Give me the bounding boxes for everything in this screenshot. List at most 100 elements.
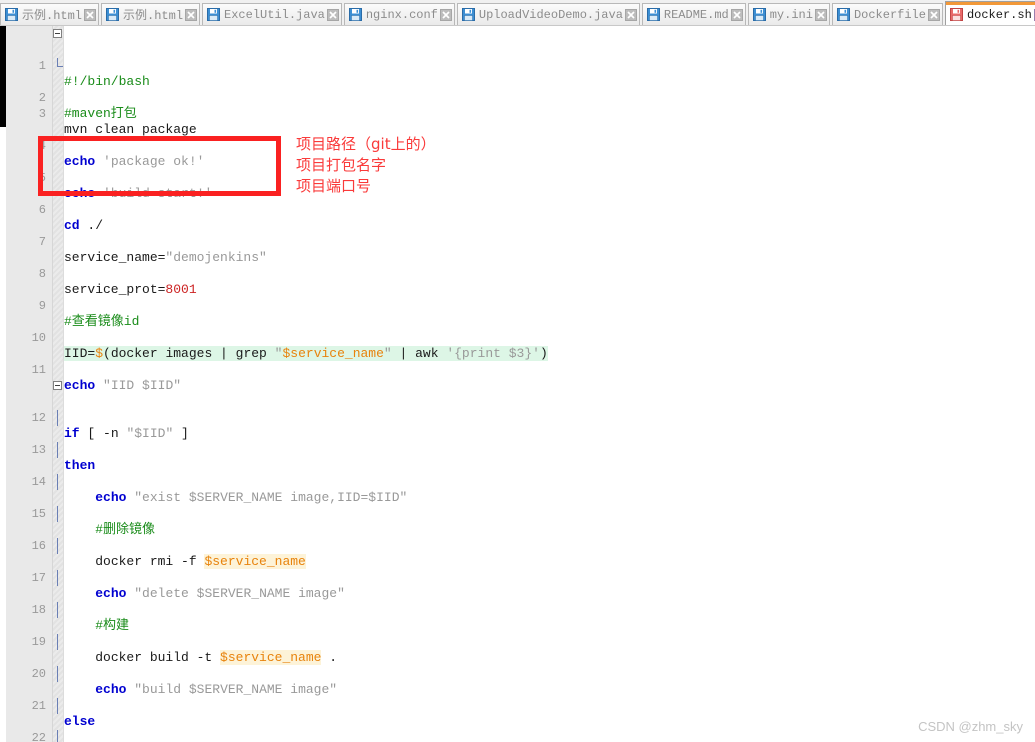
line-number: 9 — [38, 299, 46, 313]
close-icon[interactable] — [439, 8, 452, 21]
fold-guide-line — [57, 538, 58, 554]
code-line: 20 echo "build $SERVER_NAME image" — [0, 634, 1035, 697]
floppy-disk-icon — [348, 8, 362, 21]
floppy-disk-icon — [836, 8, 850, 21]
tab-label: nginx.conf — [365, 7, 438, 22]
line-text: docker build -t $service_name . — [95, 650, 338, 665]
code-line: 12 if [ -n "$IID" ] — [0, 378, 1035, 441]
close-icon[interactable] — [185, 8, 198, 21]
fold-guide-line — [57, 730, 58, 742]
code-line: 19 docker build -t $service_name . — [0, 602, 1035, 665]
annotation-label-path: 项目路径（git上的） — [296, 135, 436, 153]
fold-guide-line — [57, 634, 58, 650]
line-text: echo "build $SERVER_NAME image" — [95, 682, 338, 697]
code-line: 14 echo "exist $SERVER_NAME image,IID=$I… — [0, 442, 1035, 505]
code-line: 21 else — [0, 666, 1035, 729]
code-line: 16 docker rmi -f $service_name — [0, 506, 1035, 569]
floppy-disk-icon — [5, 8, 18, 21]
tab-7[interactable]: Dockerfile — [831, 3, 943, 25]
code-line: 18 #构建 — [0, 570, 1035, 633]
line-text: #!/bin/bash — [64, 74, 150, 90]
fold-guide-line — [57, 442, 58, 458]
line-text: echo "delete $SERVER_NAME image" — [95, 586, 345, 601]
close-icon[interactable] — [927, 8, 940, 21]
code-line: 23 #构建 — [0, 730, 1035, 742]
annotation-label-port: 项目端口号 — [296, 177, 372, 195]
line-number: 4 — [38, 139, 46, 153]
line-number: 6 — [38, 203, 46, 217]
fold-guide-line — [57, 698, 58, 714]
fold-guide-line — [57, 506, 58, 522]
code-line: 9 #查看镜像id — [0, 282, 1035, 329]
tab-4[interactable]: UploadVideoDemo.java — [456, 3, 640, 25]
tab-label: docker.sh — [966, 7, 1032, 22]
annotation-labels: 项目路径（git上的） 项目打包名字 项目端口号 — [296, 134, 436, 197]
floppy-disk-icon — [207, 8, 221, 21]
code-line: 4 echo 'package ok!' — [0, 122, 1035, 169]
code-content[interactable]: 1 #!/bin/bash 2 #maven打包 3 mvn clean pac… — [0, 26, 1035, 742]
fold-marker-icon[interactable] — [53, 29, 62, 38]
tab-label: README.md — [663, 7, 729, 22]
floppy-disk-icon — [106, 8, 120, 21]
tab-label: my.ini — [769, 7, 813, 22]
line-text: docker rmi -f $service_name — [95, 554, 306, 569]
close-icon[interactable] — [624, 8, 637, 21]
code-line: 7 service_name="demojenkins" — [0, 218, 1035, 265]
line-text: else — [64, 714, 96, 729]
floppy-disk-icon — [949, 8, 963, 21]
line-number: 7 — [38, 235, 46, 249]
line-number: 10 — [31, 331, 46, 345]
line-number: 11 — [31, 363, 46, 377]
annotation-label-package-name: 项目打包名字 — [296, 156, 387, 174]
tab-label: 示例.html — [123, 9, 184, 23]
code-line: 11 echo "IID $IID" — [0, 346, 1035, 393]
code-line: 8 service_prot=8001 — [0, 250, 1035, 297]
code-line: 3 mvn clean package — [0, 90, 1035, 137]
line-text: then — [64, 458, 96, 473]
fold-guide-line — [57, 474, 58, 490]
close-icon[interactable] — [730, 8, 743, 21]
editor-tab-bar: 示例.html 示例.html ExcelUtil.java nginx.con… — [0, 0, 1035, 26]
fold-guide-line — [57, 666, 58, 682]
tab-0[interactable]: 示例.html — [0, 3, 100, 25]
line-number: 3 — [38, 107, 46, 121]
floppy-disk-icon — [752, 8, 766, 21]
line-text: #构建 — [95, 618, 130, 633]
token-comment: #maven打包 — [64, 106, 137, 121]
tab-1[interactable]: 示例.html — [101, 3, 201, 25]
line-number: 5 — [38, 171, 46, 185]
code-line: 13 then — [0, 410, 1035, 473]
code-line: 2 #maven打包 — [0, 58, 1035, 121]
code-line: 10 IID=$(docker images | grep "$service_… — [0, 314, 1035, 361]
close-icon[interactable] — [326, 8, 339, 21]
floppy-disk-icon — [646, 8, 660, 21]
code-line: 17 echo "delete $SERVER_NAME image" — [0, 538, 1035, 601]
line-number: 8 — [38, 267, 46, 281]
code-line: 22 echo "no exist $SERVER_NAME image,bui… — [0, 698, 1035, 742]
tab-label: Dockerfile — [853, 7, 926, 22]
tab-6[interactable]: my.ini — [747, 3, 830, 25]
fold-guide-line — [57, 602, 58, 618]
line-text: if [ -n "$IID" ] — [64, 426, 189, 441]
fold-guide-line — [57, 570, 58, 586]
tab-docker-sh[interactable]: docker.sh — [944, 1, 1035, 25]
fold-marker-icon[interactable] — [53, 381, 62, 390]
code-line: 5 echo 'build start!' — [0, 154, 1035, 201]
tab-5[interactable]: README.md — [641, 3, 746, 25]
tab-label: ExcelUtil.java — [224, 7, 325, 22]
line-text: echo "exist $SERVER_NAME image,IID=$IID" — [95, 490, 408, 505]
code-editor[interactable]: 1 #!/bin/bash 2 #maven打包 3 mvn clean pac… — [0, 26, 1035, 742]
close-icon[interactable] — [84, 8, 97, 21]
close-icon[interactable] — [814, 8, 827, 21]
fold-guide-line — [57, 410, 58, 426]
watermark: CSDN @zhm_sky — [918, 719, 1023, 734]
tab-3[interactable]: nginx.conf — [343, 3, 455, 25]
line-text: #maven打包 — [64, 106, 137, 122]
tab-2[interactable]: ExcelUtil.java — [202, 3, 342, 25]
code-line: 6 cd ./ — [0, 186, 1035, 233]
token-comment: #!/bin/bash — [64, 74, 150, 89]
tab-label: 示例.html — [22, 9, 83, 23]
code-line: 1 #!/bin/bash — [0, 26, 1035, 89]
floppy-disk-icon — [461, 8, 475, 21]
fold-end-marker-icon — [57, 58, 63, 67]
